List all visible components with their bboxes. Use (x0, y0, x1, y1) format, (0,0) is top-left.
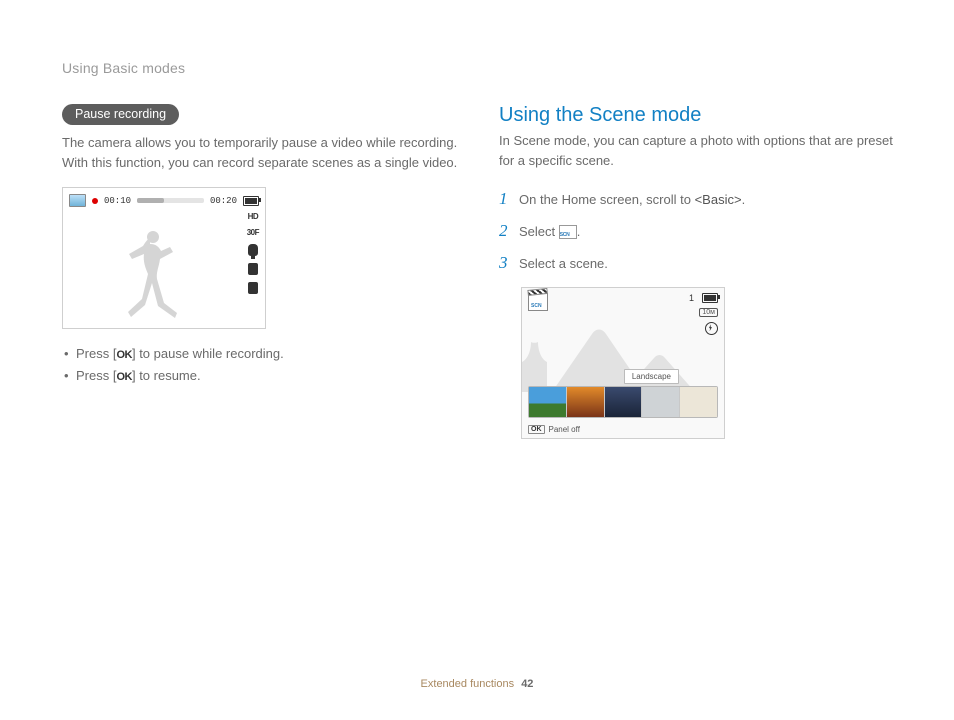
right-column: Using the Scene mode In Scene mode, you … (499, 104, 896, 439)
ok-button-label: OK (116, 349, 132, 361)
step-text: Select . (519, 224, 580, 239)
clapperboard-icon (528, 293, 548, 311)
dancer-silhouette (123, 225, 185, 320)
bullet-resume: Press [OK] to resume. (64, 365, 459, 387)
scene-mode-icon (559, 225, 577, 239)
ok-button-label: OK (116, 371, 132, 383)
pause-recording-badge: Pause recording (62, 104, 179, 125)
shot-count: 1 (689, 293, 694, 303)
battery-icon (243, 196, 259, 206)
total-time: 00:20 (210, 196, 237, 206)
bullet-pause: Press [OK] to pause while recording. (64, 343, 459, 365)
step-number: 1 (499, 189, 511, 209)
thumbnail-icon (69, 194, 86, 207)
resolution-icon: 10м (699, 308, 718, 317)
page-number: 42 (521, 678, 533, 690)
battery-icon (702, 293, 718, 303)
scene-thumb-portrait (642, 387, 680, 417)
scene-mode-screenshot: 1 10м Landscape (521, 287, 725, 439)
manual-page: Using Basic modes Pause recording The ca… (0, 0, 954, 720)
scene-thumbnail-strip (528, 386, 718, 418)
step-text: On the Home screen, scroll to <Basic>. (519, 192, 745, 207)
step-2: 2 Select . (499, 221, 896, 241)
video-side-icons: HD 30F (247, 212, 259, 294)
step-text: Select a scene. (519, 256, 608, 271)
step-number: 3 (499, 253, 511, 273)
step-number: 2 (499, 221, 511, 241)
steps-list: 1 On the Home screen, scroll to <Basic>.… (499, 189, 896, 273)
microphone-icon (248, 244, 258, 256)
stabilizer-icon (248, 263, 258, 275)
left-column: Pause recording The camera allows you to… (62, 104, 459, 439)
scene-thumb-night (605, 387, 643, 417)
scene-thumb-text (680, 387, 717, 417)
progress-bar (137, 198, 204, 203)
two-column-layout: Pause recording The camera allows you to… (62, 104, 896, 439)
page-footer: Extended functions 42 (0, 678, 954, 690)
breadcrumb: Using Basic modes (62, 60, 896, 76)
step-1: 1 On the Home screen, scroll to <Basic>. (499, 189, 896, 209)
scene-mode-description: In Scene mode, you can capture a photo w… (499, 131, 896, 171)
pause-recording-description: The camera allows you to temporarily pau… (62, 133, 459, 173)
panel-off-hint: OK Panel off (528, 425, 580, 434)
hd-badge: HD (248, 212, 259, 221)
fps-badge: 30F (247, 228, 259, 237)
record-indicator-icon (92, 198, 98, 204)
scene-thumb-sunset (567, 387, 605, 417)
ok-key-icon: OK (528, 425, 545, 434)
stabilizer-icon-2 (248, 282, 258, 294)
video-top-bar: 00:10 00:20 (69, 194, 259, 207)
instruction-list: Press [OK] to pause while recording. Pre… (64, 343, 459, 387)
step-3: 3 Select a scene. (499, 253, 896, 273)
elapsed-time: 00:10 (104, 196, 131, 206)
video-recording-screenshot: 00:10 00:20 HD 30F (62, 187, 266, 329)
scene-mode-heading: Using the Scene mode (499, 104, 896, 127)
scene-label-tooltip: Landscape (624, 369, 679, 384)
scene-thumb-landscape (529, 387, 567, 417)
footer-section: Extended functions (421, 678, 515, 690)
